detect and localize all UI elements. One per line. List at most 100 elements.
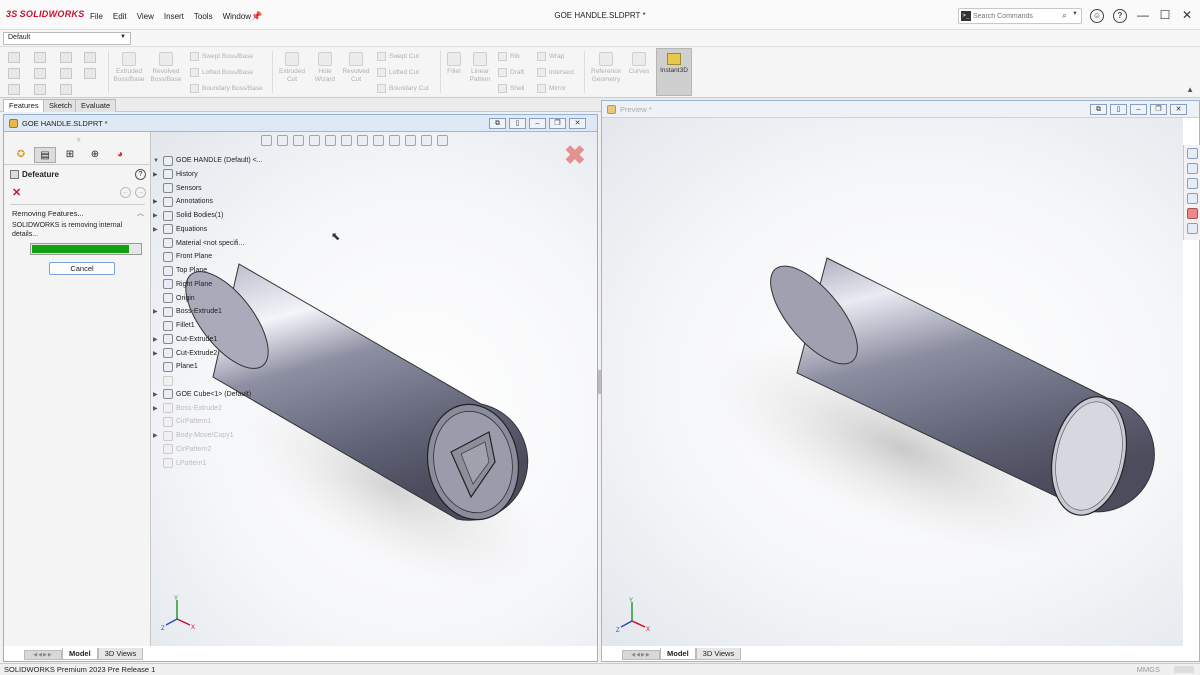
dynamic-annotation-icon[interactable] xyxy=(325,135,336,146)
tree-item[interactable]: ▶ Equations xyxy=(151,223,207,236)
extruded-boss-button[interactable]: Extruded Boss/Base xyxy=(112,52,146,84)
help-icon[interactable]: ? xyxy=(1113,9,1127,23)
tile-icon[interactable]: ⧉ xyxy=(1090,104,1107,115)
tab-model[interactable]: Model xyxy=(62,648,98,660)
section-view-icon[interactable] xyxy=(309,135,320,146)
forward-arrow-icon[interactable]: → xyxy=(135,187,146,198)
boundary-boss-button[interactable]: Boundary Boss/Base xyxy=(190,84,263,93)
swept-boss-button[interactable]: Swept Boss/Base xyxy=(190,52,253,61)
tab-sketch[interactable]: Sketch xyxy=(43,99,78,112)
tree-item[interactable]: LPattern1 xyxy=(151,457,206,470)
cursor-icon[interactable] xyxy=(60,68,72,79)
window-minimize-button[interactable]: – xyxy=(529,118,546,129)
tree-item[interactable]: Origin xyxy=(151,292,195,305)
options-gear-icon[interactable] xyxy=(84,68,96,79)
tree-item[interactable]: Fillet1 xyxy=(151,319,195,332)
tab-evaluate[interactable]: Evaluate xyxy=(75,99,117,112)
cancel-button[interactable]: Cancel xyxy=(49,262,115,275)
view-orientation-icon[interactable] xyxy=(341,135,352,146)
undo-icon[interactable] xyxy=(60,52,72,63)
rebuild-icon[interactable] xyxy=(8,84,20,95)
tab-model[interactable]: Model xyxy=(660,648,696,660)
tree-item[interactable]: ▶ Boss-Extrude1 xyxy=(151,305,222,318)
reference-geometry-button[interactable]: Reference Geometry xyxy=(588,52,624,84)
preview-graphics-area[interactable]: Y X Z xyxy=(602,118,1183,646)
expand-arrow-icon[interactable]: ▶ xyxy=(153,391,161,398)
previous-view-icon[interactable] xyxy=(293,135,304,146)
dimxpert-tab-icon[interactable]: ⊕ xyxy=(84,147,106,163)
rib-button[interactable]: Rib xyxy=(498,52,520,61)
tree-item[interactable]: ▼ GOE HANDLE (Default) <... xyxy=(151,154,263,167)
help-icon[interactable]: ? xyxy=(135,169,146,180)
tab-features[interactable]: Features xyxy=(3,99,45,112)
apply-scene-icon[interactable] xyxy=(405,135,416,146)
tab-scroll-arrows-icon[interactable]: ◀◀▶▶ xyxy=(24,650,62,660)
search-icon[interactable]: ⌕ xyxy=(1062,10,1067,21)
curves-button[interactable]: Curves xyxy=(626,52,652,76)
close-button[interactable]: ✕ xyxy=(1176,6,1198,24)
boundary-cut-button[interactable]: Boundary Cut xyxy=(377,84,429,93)
collapse-ribbon-icon[interactable]: ▲ xyxy=(1186,85,1194,94)
linear-pattern-button[interactable]: Linear Pattern xyxy=(466,52,494,84)
window-restore-button[interactable]: ❐ xyxy=(1150,104,1167,115)
tab-3d-views[interactable]: 3D Views xyxy=(97,648,144,660)
expand-arrow-icon[interactable]: ▶ xyxy=(153,432,161,439)
view-settings-icon[interactable] xyxy=(421,135,432,146)
tree-item[interactable]: ▶ GOE Cube<1> (Default) xyxy=(151,388,251,401)
close-icon[interactable]: ✕ xyxy=(12,186,21,199)
tree-item[interactable]: ▶ Annotations xyxy=(151,195,213,208)
home-icon[interactable] xyxy=(1187,148,1198,159)
appearances-icon[interactable] xyxy=(1187,208,1198,219)
tree-item[interactable]: Sensors xyxy=(151,182,202,195)
resize-grip-icon[interactable] xyxy=(1174,666,1194,673)
zoom-to-fit-icon[interactable] xyxy=(261,135,272,146)
tree-item[interactable]: ▶ History xyxy=(151,168,198,181)
mirror-button[interactable]: Mirror xyxy=(537,84,566,93)
window-restore-button[interactable]: ❐ xyxy=(549,118,566,129)
fillet-button[interactable]: Fillet xyxy=(443,52,465,76)
lofted-cut-button[interactable]: Lofted Cut xyxy=(377,68,419,77)
design-library-icon[interactable] xyxy=(1187,178,1198,189)
expand-arrow-icon[interactable]: ▶ xyxy=(153,405,161,412)
file-properties-icon[interactable] xyxy=(34,84,46,95)
lofted-boss-button[interactable]: Lofted Boss/Base xyxy=(190,68,253,77)
tree-item[interactable]: ▶ Solid Bodies(1) xyxy=(151,209,223,222)
tab-3d-views[interactable]: 3D Views xyxy=(695,648,742,660)
unit-system[interactable]: MMGS xyxy=(1137,665,1160,674)
back-arrow-icon[interactable]: ← xyxy=(120,187,131,198)
hide-show-items-icon[interactable] xyxy=(373,135,384,146)
window-close-button[interactable]: ✕ xyxy=(1170,104,1187,115)
file-explorer-icon[interactable] xyxy=(1187,193,1198,204)
expand-arrow-icon[interactable]: ▶ xyxy=(153,226,161,233)
shell-button[interactable]: Shell xyxy=(498,84,524,93)
chevron-down-icon[interactable]: ▼ xyxy=(1072,11,1078,17)
draft-button[interactable]: Draft xyxy=(498,68,524,77)
search-input[interactable] xyxy=(973,10,1061,22)
hole-wizard-button[interactable]: Hole Wizard xyxy=(310,52,340,84)
tree-item[interactable]: ▶ Cut-Extrude1 xyxy=(151,333,217,346)
new-document-icon[interactable] xyxy=(8,52,20,63)
configuration-manager-tab-icon[interactable]: ⊞ xyxy=(59,147,81,163)
tree-item[interactable]: Material <not specifi... xyxy=(151,237,244,250)
swept-cut-button[interactable]: Swept Cut xyxy=(377,52,419,61)
window-minimize-button[interactable]: – xyxy=(1130,104,1147,115)
print-icon[interactable] xyxy=(34,68,46,79)
expand-arrow-icon[interactable]: ▶ xyxy=(153,308,161,315)
cancel-confirmation-icon[interactable]: ✖ xyxy=(564,140,586,171)
display-monitor-icon[interactable] xyxy=(437,135,448,146)
user-account-icon[interactable]: ☺ xyxy=(1090,9,1104,23)
attachment-icon[interactable] xyxy=(60,84,72,95)
tree-item[interactable] xyxy=(151,374,176,387)
tile-icon[interactable]: ⧉ xyxy=(489,118,506,129)
save-icon[interactable] xyxy=(34,52,46,63)
split-icon[interactable]: ▯ xyxy=(1110,104,1127,115)
select-icon[interactable] xyxy=(84,52,96,63)
maximize-button[interactable]: ☐ xyxy=(1154,6,1176,24)
configuration-select[interactable]: Default ▼ xyxy=(3,32,131,45)
expand-arrow-icon[interactable]: ▶ xyxy=(153,350,161,357)
zoom-area-icon[interactable] xyxy=(277,135,288,146)
tree-item[interactable]: ▶ Boss-Extrude2 xyxy=(151,402,222,415)
instant3d-button[interactable]: Instant3D xyxy=(656,48,692,96)
custom-properties-icon[interactable] xyxy=(1187,223,1198,234)
tree-item[interactable]: ▶ Cut-Extrude2 xyxy=(151,347,217,360)
